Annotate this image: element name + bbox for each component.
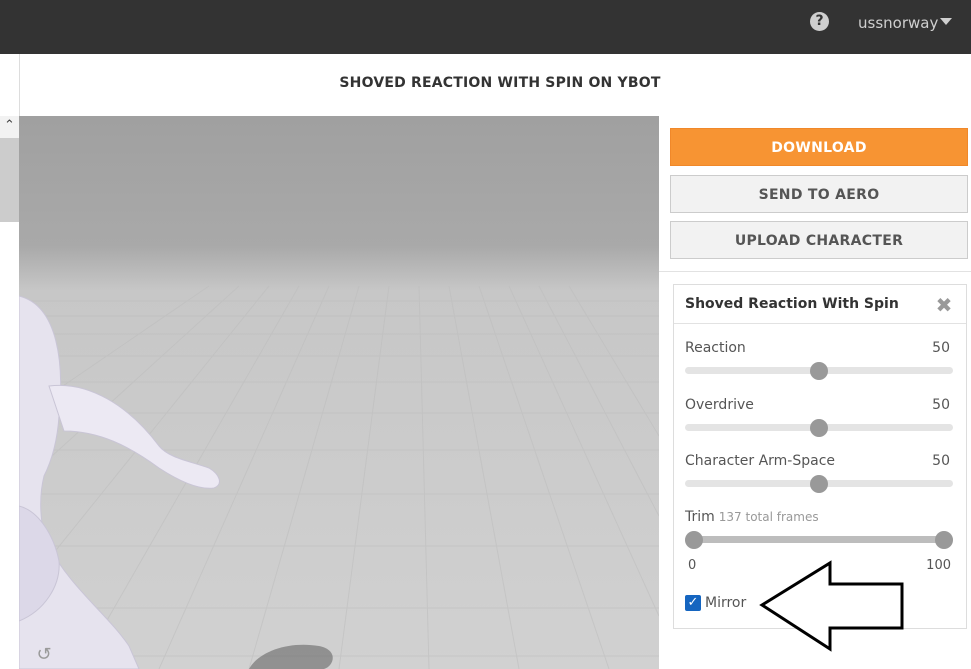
trim-end-handle[interactable] <box>935 531 953 549</box>
mirror-label: Mirror <box>705 595 747 611</box>
arm-space-slider-handle[interactable] <box>810 475 828 493</box>
floor-grid <box>19 285 659 669</box>
trim-label-group: Trim 137 total frames <box>685 509 819 525</box>
arm-space-label: Character Arm-Space <box>685 453 836 469</box>
overdrive-label: Overdrive <box>685 397 754 413</box>
reaction-slider-handle[interactable] <box>810 362 828 380</box>
3d-viewport[interactable]: ↺ <box>19 116 659 669</box>
trim-min-value: 0 <box>688 558 697 573</box>
card-header-divider <box>674 323 966 324</box>
trim-label: Trim <box>685 509 715 525</box>
upload-character-button[interactable]: UPLOAD CHARACTER <box>670 221 968 259</box>
panel-divider <box>659 271 971 272</box>
reaction-label: Reaction <box>685 340 746 356</box>
floor-shadow <box>249 644 333 669</box>
arm-space-value: 50 <box>932 453 950 469</box>
overdrive-value: 50 <box>932 397 950 413</box>
question-circle-icon[interactable]: ? <box>810 12 829 31</box>
chevron-down-icon[interactable] <box>940 18 952 25</box>
reaction-value: 50 <box>932 340 950 356</box>
trim-max-value: 100 <box>926 558 951 573</box>
close-icon[interactable]: ✖ <box>935 294 953 316</box>
card-title: Shoved Reaction With Spin <box>685 296 899 312</box>
user-menu-name[interactable]: ussnorway <box>858 13 938 33</box>
reset-rotate-icon[interactable]: ↺ <box>33 644 55 666</box>
trim-start-handle[interactable] <box>685 531 703 549</box>
mirror-checkbox[interactable]: ✓ <box>685 595 701 611</box>
send-to-aero-button[interactable]: SEND TO AERO <box>670 175 968 213</box>
trim-range-track[interactable] <box>685 536 953 543</box>
trim-frame-count: 137 total frames <box>718 510 819 524</box>
scrollbar-thumb[interactable] <box>0 138 19 222</box>
viewport-scene <box>19 285 659 669</box>
overdrive-slider-handle[interactable] <box>810 419 828 437</box>
character-model <box>19 295 220 669</box>
download-button[interactable]: DOWNLOAD <box>670 128 968 166</box>
scroll-up-arrow-icon[interactable]: ⌃ <box>0 116 19 138</box>
annotation-arrow-icon <box>759 560 904 652</box>
page-title: SHOVED REACTION WITH SPIN ON YBOT <box>339 75 661 91</box>
